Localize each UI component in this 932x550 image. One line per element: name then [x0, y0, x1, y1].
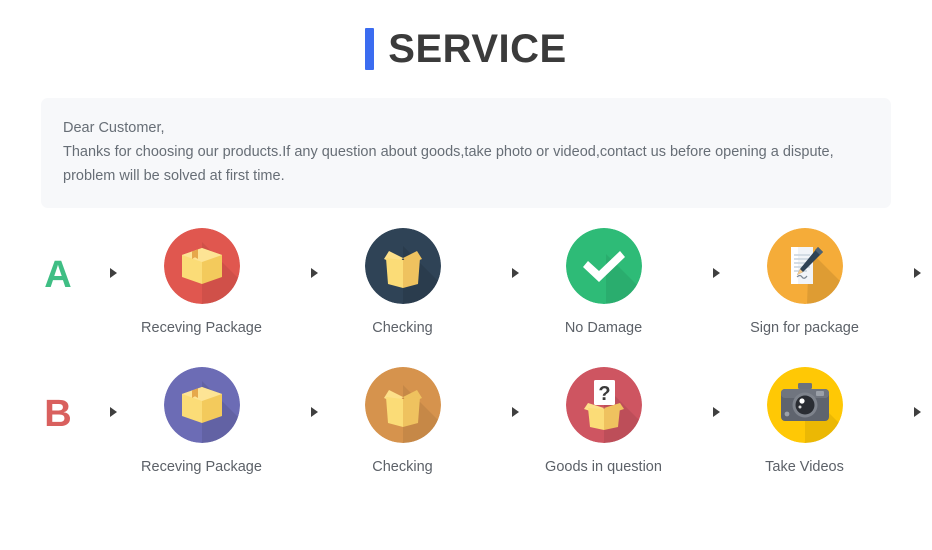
- arrow-right-icon: [279, 228, 325, 280]
- page-title-text: SERVICE: [388, 27, 567, 71]
- arrow-right-icon: [882, 367, 928, 419]
- flow-step[interactable]: No Damage: [526, 228, 681, 339]
- arrow-right-icon: [882, 228, 928, 280]
- closed-box-icon: [163, 367, 240, 443]
- arrow-right-icon: [681, 367, 727, 419]
- camera-icon: [766, 367, 843, 443]
- flow-step-label: Goods in question: [545, 459, 662, 475]
- flow-row-a: A Receving Package Checking No Damage Si…: [38, 228, 921, 339]
- arrow-right-icon: [279, 367, 325, 419]
- flow-row-b: B Receving Package Checking ? Goods in q…: [38, 367, 921, 499]
- notice-line-1: Dear Customer,: [63, 120, 165, 136]
- flow-letter-b: B: [44, 393, 72, 435]
- arrow-right-icon: [480, 367, 526, 419]
- flow-step-label: Checking: [372, 459, 433, 475]
- sign-document-icon: [766, 228, 843, 304]
- open-box-icon: [364, 228, 441, 304]
- flow-step[interactable]: Sign for package: [928, 228, 932, 339]
- flow-step[interactable]: Sign for package: [727, 228, 882, 339]
- question-box-icon: ?: [565, 367, 642, 443]
- flow-step-label: Sign for package: [750, 320, 859, 336]
- customer-notice: Dear Customer, Thanks for choosing our p…: [41, 98, 891, 208]
- notice-line-2: Thanks for choosing our products.If any …: [63, 144, 834, 160]
- flow-step-label: Take Videos: [765, 459, 844, 475]
- svg-text:?: ?: [598, 383, 610, 405]
- arrow-right-icon: [480, 228, 526, 280]
- flow-step-label: Checking: [372, 320, 433, 336]
- flow-step-label: Receving Package: [141, 459, 262, 475]
- flow-step[interactable]: Receving Package: [124, 228, 279, 339]
- flow-step-label: No Damage: [564, 320, 643, 336]
- check-mark-icon: [565, 228, 642, 304]
- flow-step[interactable]: Receving Package: [124, 367, 279, 478]
- flow-letter-a: A: [44, 254, 72, 296]
- notice-line-3: problem will be solved at first time.: [63, 168, 285, 184]
- arrow-right-icon: [78, 367, 124, 419]
- flow-step[interactable]: ? Goods in question: [526, 367, 681, 478]
- flow-step[interactable]: Checking: [325, 228, 480, 339]
- arrow-right-icon: [681, 228, 727, 280]
- flow-step[interactable]: Take Videos: [727, 367, 882, 478]
- open-box-icon: [364, 367, 441, 443]
- flow-step[interactable]: Confirm problem,refund money: [928, 367, 932, 499]
- flow-step-label: Receving Package: [141, 320, 262, 336]
- flow-step[interactable]: Checking: [325, 367, 480, 478]
- closed-box-icon: [163, 228, 240, 304]
- arrow-right-icon: [78, 228, 124, 280]
- page-title: SERVICE: [0, 0, 932, 98]
- title-accent-bar: [365, 28, 375, 70]
